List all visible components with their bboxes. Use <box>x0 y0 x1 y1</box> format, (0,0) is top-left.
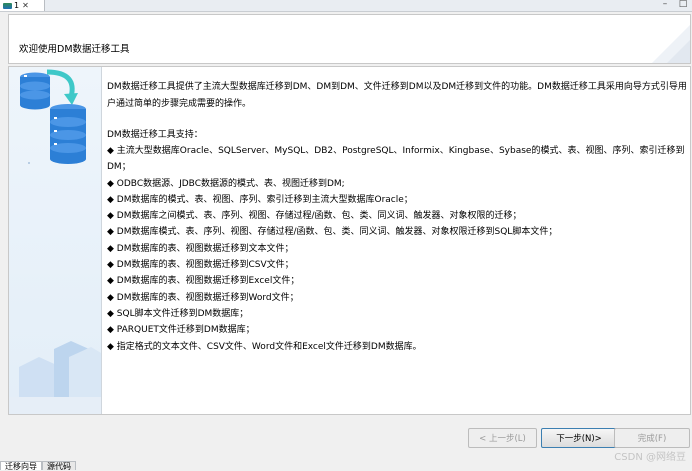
list-item: ◆ DM数据库模式、表、序列、视图、存储过程/函数、包、类、同义词、触发器、对象… <box>107 227 558 238</box>
feature-list: ◆ 主流大型数据库Oracle、SQLServer、MySQL、DB2、Post… <box>107 143 689 355</box>
database-migration-icon <box>9 69 101 414</box>
wizard-button-bar: < 上一步(L) 下一步(N)> 完成(F) <box>8 416 691 462</box>
tab-migration-wizard[interactable]: 迁移向导 <box>0 461 42 471</box>
window-controls: – □ <box>660 0 688 10</box>
editor-tab-label: 1 <box>14 0 20 10</box>
close-icon[interactable]: ✕ <box>22 1 29 11</box>
editor-tab-strip: 1 ✕ – □ <box>0 0 692 12</box>
tab-source-code[interactable]: 源代码 <box>42 461 76 471</box>
list-item: ◆ PARQUET文件迁移到DM数据库； <box>107 325 255 336</box>
list-item: ◆ 主流大型数据库Oracle、SQLServer、MySQL、DB2、Post… <box>107 146 685 173</box>
next-button[interactable]: 下一步(N)> <box>541 428 617 448</box>
wizard-description: DM数据迁移工具提供了主流大型数据库迁移到DM、DM到DM、文件迁移到DM以及D… <box>107 79 689 355</box>
list-item: ◆ DM数据库的模式、表、视图、序列、索引迁移到主流大型数据库Oracle； <box>107 194 413 205</box>
wizard-content: DM数据迁移工具提供了主流大型数据库迁移到DM、DM到DM、文件迁移到DM以及D… <box>8 66 691 415</box>
wizard-header: 欢迎使用DM数据迁移工具 <box>8 14 691 64</box>
list-item: ◆ ODBC数据源、JDBC数据源的模式、表、视图迁移到DM; <box>107 178 345 189</box>
migration-icon <box>3 2 12 9</box>
list-item: ◆ DM数据库之间模式、表、序列、视图、存储过程/函数、包、类、同义词、触发器、… <box>107 211 522 222</box>
back-button[interactable]: < 上一步(L) <box>468 428 537 448</box>
editor-tab[interactable]: 1 ✕ <box>0 0 45 11</box>
list-item: ◆ SQL脚本文件迁移到DM数据库； <box>107 308 249 319</box>
wizard-title: 欢迎使用DM数据迁移工具 <box>19 44 130 55</box>
list-item: ◆ DM数据库的表、视图数据迁移到CSV文件； <box>107 260 294 271</box>
wizard-side-panel <box>9 67 102 414</box>
header-decoration <box>652 25 690 63</box>
minimize-icon[interactable]: – <box>660 0 670 10</box>
intro-text: DM数据迁移工具提供了主流大型数据库迁移到DM、DM到DM、文件迁移到DM以及D… <box>107 82 687 109</box>
list-item: ◆ DM数据库的表、视图数据迁移到Word文件； <box>107 292 299 303</box>
list-item: ◆ DM数据库的表、视图数据迁移到Excel文件； <box>107 276 300 287</box>
list-item: ◆ 指定格式的文本文件、CSV文件、Word文件和Excel文件迁移到DM数据库… <box>107 341 422 352</box>
bottom-tab-bar: 迁移向导 源代码 <box>0 461 76 471</box>
watermark: CSDN @网络豆 <box>614 452 686 463</box>
list-item: ◆ DM数据库的表、视图数据迁移到文本文件； <box>107 243 294 254</box>
support-title: DM数据迁移工具支持： <box>107 130 203 140</box>
finish-button[interactable]: 完成(F) <box>614 428 690 448</box>
maximize-icon[interactable]: □ <box>678 0 688 10</box>
